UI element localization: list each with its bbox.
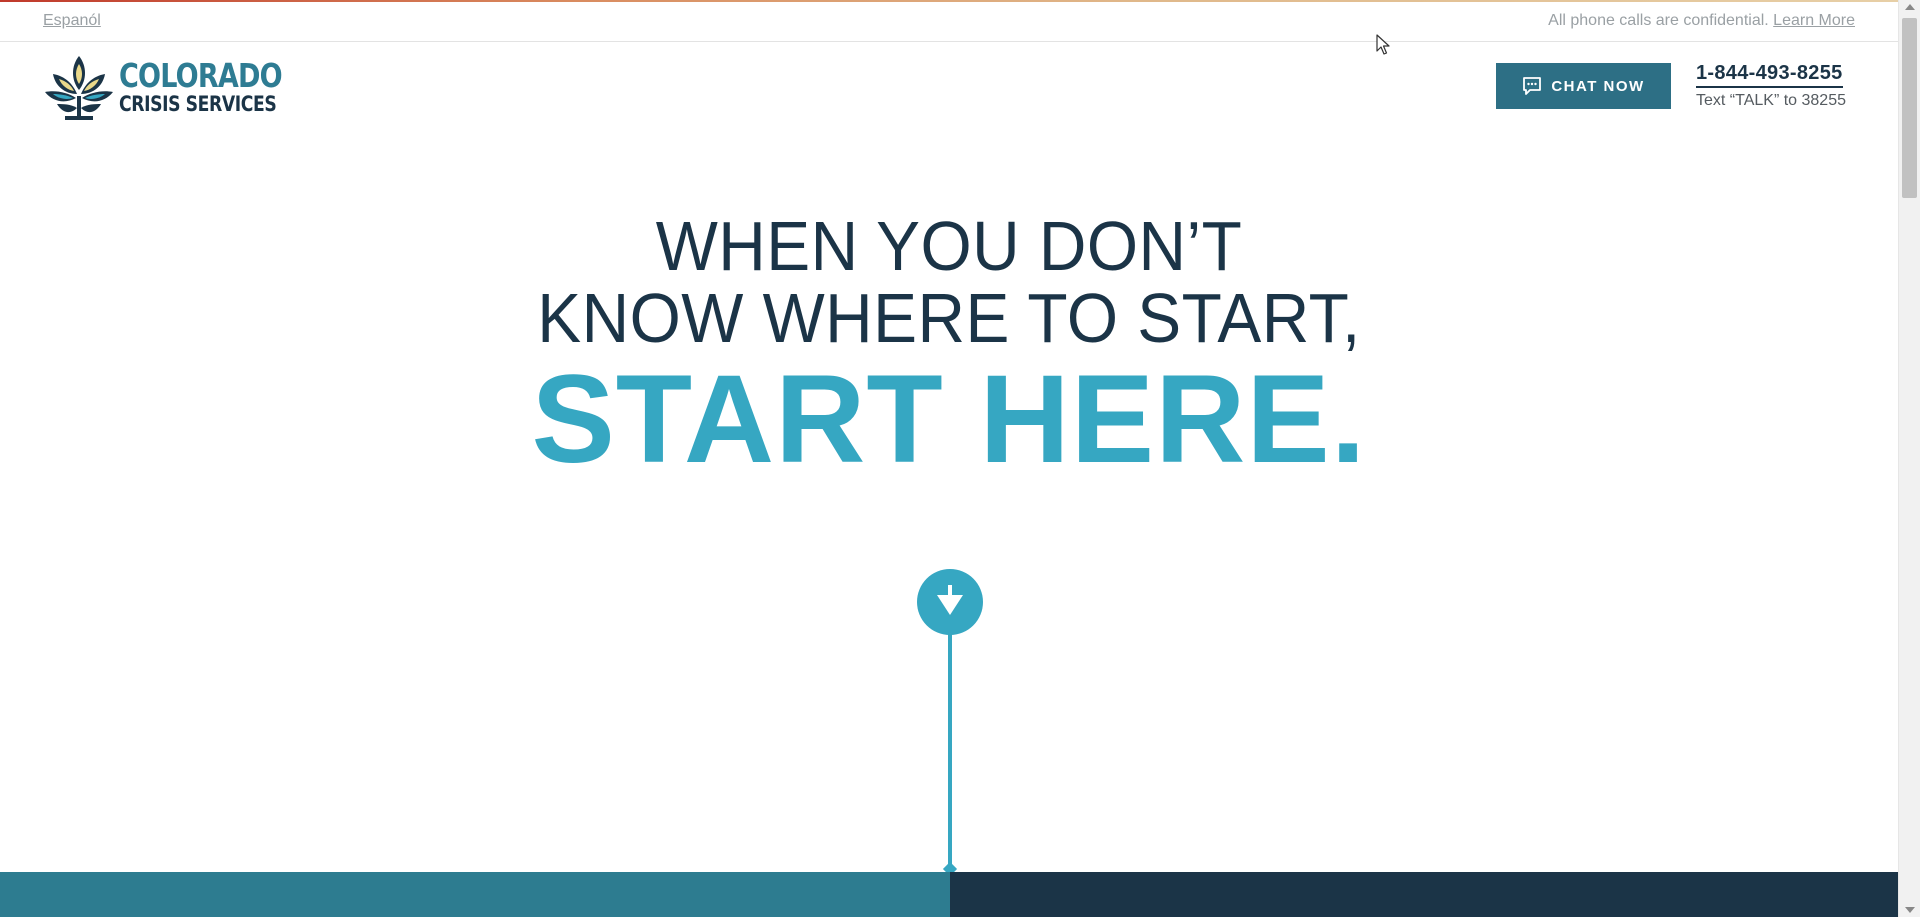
arrow-down-icon [937, 585, 963, 615]
page-scrollbar[interactable] [1898, 0, 1920, 917]
hero-line-1: WHEN YOU DON’T [655, 207, 1243, 285]
bottom-panel-left [0, 872, 950, 917]
logo-line-crisis-services: CRISIS SERVICES [119, 92, 277, 116]
chat-now-button[interactable]: CHAT NOW [1496, 63, 1671, 109]
chat-bubble-icon [1523, 77, 1542, 95]
learn-more-link[interactable]: Learn More [1773, 12, 1855, 29]
scrollbar-thumb[interactable] [1902, 18, 1917, 198]
phone-contact: 1-844-493-8255 Text “TALK” to 38255 [1696, 62, 1846, 110]
language-link-spanish[interactable]: Espanól [43, 12, 101, 30]
bottom-panel-right [950, 872, 1898, 917]
scroll-down-button[interactable] [917, 569, 983, 635]
utility-bar: Espanól All phone calls are confidential… [0, 2, 1898, 42]
hero-line-2: KNOW WHERE TO START, [537, 279, 1361, 357]
lotus-logo-icon [45, 56, 113, 120]
scrollbar-down-arrow[interactable] [1905, 907, 1915, 913]
confidential-notice: All phone calls are confidential. Learn … [1548, 12, 1855, 30]
logo-text: COLORADO CRISIS SERVICES [119, 59, 318, 115]
hero-heading: WHEN YOU DON’T KNOW WHERE TO START, STAR… [0, 210, 1898, 484]
site-logo[interactable]: COLORADO CRISIS SERVICES [43, 52, 283, 122]
scrollbar-up-arrow[interactable] [1905, 4, 1915, 10]
chat-now-label: CHAT NOW [1551, 77, 1645, 95]
logo-line-colorado: COLORADO [119, 56, 283, 95]
confidential-text: All phone calls are confidential. [1548, 12, 1769, 29]
hero-start-here: START HERE. [531, 350, 1367, 489]
mouse-cursor-icon [1376, 34, 1390, 55]
text-talk-info: Text “TALK” to 38255 [1696, 92, 1846, 109]
scroll-guide-line [948, 630, 952, 870]
phone-number-link[interactable]: 1-844-493-8255 [1696, 62, 1843, 88]
